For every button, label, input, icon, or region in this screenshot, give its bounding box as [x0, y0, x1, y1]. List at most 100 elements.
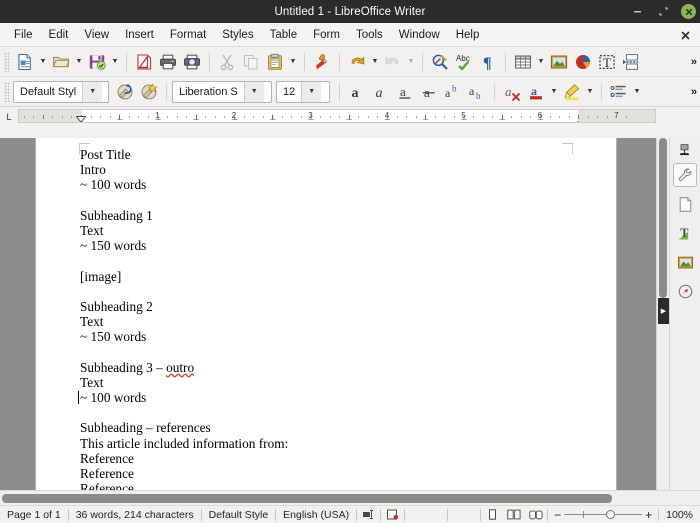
- status-language[interactable]: English (USA): [276, 506, 356, 523]
- save-dropdown[interactable]: ▼: [109, 50, 121, 74]
- font-color-dropdown[interactable]: ▼: [548, 80, 560, 104]
- zoom-level-label[interactable]: 100%: [659, 506, 700, 523]
- document-line[interactable]: [image]: [80, 269, 576, 284]
- document-line[interactable]: ~ 150 words: [80, 329, 576, 344]
- print-icon[interactable]: [156, 50, 180, 74]
- page-canvas[interactable]: Post Title Intro ~ 100 words Subheading 1 Te…: [36, 138, 616, 490]
- document-empty-line[interactable]: [80, 193, 576, 208]
- zoom-slider-track[interactable]: [564, 510, 643, 519]
- find-replace-icon[interactable]: [428, 50, 452, 74]
- tab-stop-selector[interactable]: L: [0, 107, 18, 125]
- new-doc-icon[interactable]: [13, 50, 37, 74]
- close-document-button[interactable]: [676, 23, 694, 47]
- menu-window[interactable]: Window: [391, 26, 448, 44]
- copy-icon[interactable]: [239, 50, 263, 74]
- document-empty-line[interactable]: [80, 253, 576, 268]
- horizontal-ruler[interactable]: 1 2 3 4 5 6 7 ⊥ ⊥ ⊥ ⊥ ⊥ ⊥ ⊥ ⊥ ⊥ ⊥ ⊥ ⊥: [18, 109, 656, 123]
- menu-insert[interactable]: Insert: [117, 26, 162, 44]
- document-empty-line[interactable]: [80, 344, 576, 359]
- right-indent-marker-shape[interactable]: [573, 115, 583, 122]
- document-line[interactable]: Post Title: [80, 147, 576, 162]
- standard-toolbar-overflow[interactable]: »: [691, 56, 697, 68]
- zoom-out-button[interactable]: −: [554, 508, 561, 522]
- formatting-toolbar-overflow[interactable]: »: [691, 86, 697, 98]
- bold-icon[interactable]: a: [345, 80, 369, 104]
- document-line[interactable]: Reference: [80, 466, 576, 481]
- insert-image-icon[interactable]: [547, 50, 571, 74]
- vertical-scrollbar-thumb[interactable]: [659, 138, 667, 298]
- sidebar-show-handle[interactable]: ▶: [658, 298, 669, 324]
- menu-styles[interactable]: Styles: [214, 26, 261, 44]
- paste-dropdown[interactable]: ▼: [287, 50, 299, 74]
- clear-formatting-icon[interactable]: a: [500, 80, 524, 104]
- zoom-in-button[interactable]: +: [645, 508, 652, 522]
- document-line[interactable]: Subheading 3 – outro: [80, 360, 576, 375]
- menu-form[interactable]: Form: [305, 26, 348, 44]
- document-line[interactable]: Subheading 2: [80, 299, 576, 314]
- save-icon[interactable]: [85, 50, 109, 74]
- insert-page-break-icon[interactable]: [619, 50, 643, 74]
- new-doc-dropdown[interactable]: ▼: [37, 50, 49, 74]
- undo-icon[interactable]: [345, 50, 369, 74]
- sidebar-item-gallery[interactable]: [673, 250, 697, 274]
- italic-icon[interactable]: a: [369, 80, 393, 104]
- print-preview-icon[interactable]: [180, 50, 204, 74]
- document-empty-line[interactable]: [80, 405, 576, 420]
- view-layout-book[interactable]: [525, 506, 547, 523]
- unordered-list-icon[interactable]: [607, 80, 631, 104]
- insert-chart-icon[interactable]: [571, 50, 595, 74]
- underline-icon[interactable]: a: [393, 80, 417, 104]
- insert-table-dropdown[interactable]: ▼: [535, 50, 547, 74]
- document-text[interactable]: Post Title Intro ~ 100 words Subheading 1 Te…: [78, 147, 576, 490]
- insert-textbox-icon[interactable]: T: [595, 50, 619, 74]
- document-line[interactable]: ~ 100 words: [80, 177, 576, 192]
- status-word-count[interactable]: 36 words, 214 characters: [69, 506, 201, 523]
- view-layout-multi-page[interactable]: [503, 506, 525, 523]
- subscript-icon[interactable]: ab: [465, 80, 489, 104]
- highlight-color-icon[interactable]: [560, 80, 584, 104]
- misspelled-word[interactable]: outro: [166, 360, 194, 375]
- horizontal-scrollbar[interactable]: [0, 490, 700, 505]
- view-layout-single-page[interactable]: [481, 506, 503, 523]
- formatting-marks-icon[interactable]: ¶: [476, 50, 500, 74]
- new-style-from-selection-icon[interactable]: [137, 80, 161, 104]
- vertical-scrollbar[interactable]: ▶: [656, 138, 669, 490]
- menu-help[interactable]: Help: [448, 26, 488, 44]
- undo-dropdown[interactable]: ▼: [369, 50, 381, 74]
- document-line[interactable]: Subheading 1: [80, 208, 576, 223]
- open-folder-icon[interactable]: [49, 50, 73, 74]
- menu-edit[interactable]: Edit: [41, 26, 77, 44]
- menu-file[interactable]: File: [6, 26, 41, 44]
- document-line[interactable]: Text: [80, 314, 576, 329]
- font-name-combo[interactable]: Liberation S ▼: [172, 80, 272, 103]
- insert-table-icon[interactable]: [511, 50, 535, 74]
- horizontal-scrollbar-track[interactable]: [0, 491, 656, 506]
- document-line[interactable]: Subheading – references: [80, 420, 576, 435]
- sidebar-item-styles[interactable]: T: [673, 221, 697, 245]
- toolbar-grip[interactable]: [4, 51, 10, 72]
- menu-format[interactable]: Format: [162, 26, 214, 44]
- unordered-list-dropdown[interactable]: ▼: [631, 80, 643, 104]
- paragraph-style-dropdown[interactable]: ▼: [82, 81, 103, 102]
- font-color-icon[interactable]: a: [524, 80, 548, 104]
- highlight-color-dropdown[interactable]: ▼: [584, 80, 596, 104]
- menu-table[interactable]: Table: [262, 26, 306, 44]
- document-empty-line[interactable]: [80, 284, 576, 299]
- update-selected-style-icon[interactable]: [113, 80, 137, 104]
- sidebar-item-page[interactable]: [673, 192, 697, 216]
- status-save-state[interactable]: [381, 506, 404, 523]
- redo-dropdown[interactable]: ▼: [405, 50, 417, 74]
- document-line[interactable]: Reference: [80, 481, 576, 490]
- font-size-combo[interactable]: 12 ▼: [276, 80, 330, 103]
- status-page-number[interactable]: Page 1 of 1: [0, 506, 68, 523]
- open-dropdown[interactable]: ▼: [73, 50, 85, 74]
- font-name-dropdown[interactable]: ▼: [243, 81, 264, 102]
- menu-view[interactable]: View: [76, 26, 117, 44]
- document-line[interactable]: ~ 100 words: [78, 390, 576, 405]
- horizontal-scrollbar-thumb[interactable]: [2, 493, 612, 503]
- toolbar-grip[interactable]: [4, 81, 10, 102]
- document-line[interactable]: Intro: [80, 162, 576, 177]
- zoom-slider[interactable]: − +: [548, 508, 658, 522]
- sidebar-item-navigator[interactable]: [673, 279, 697, 303]
- close-window-button[interactable]: [681, 4, 696, 19]
